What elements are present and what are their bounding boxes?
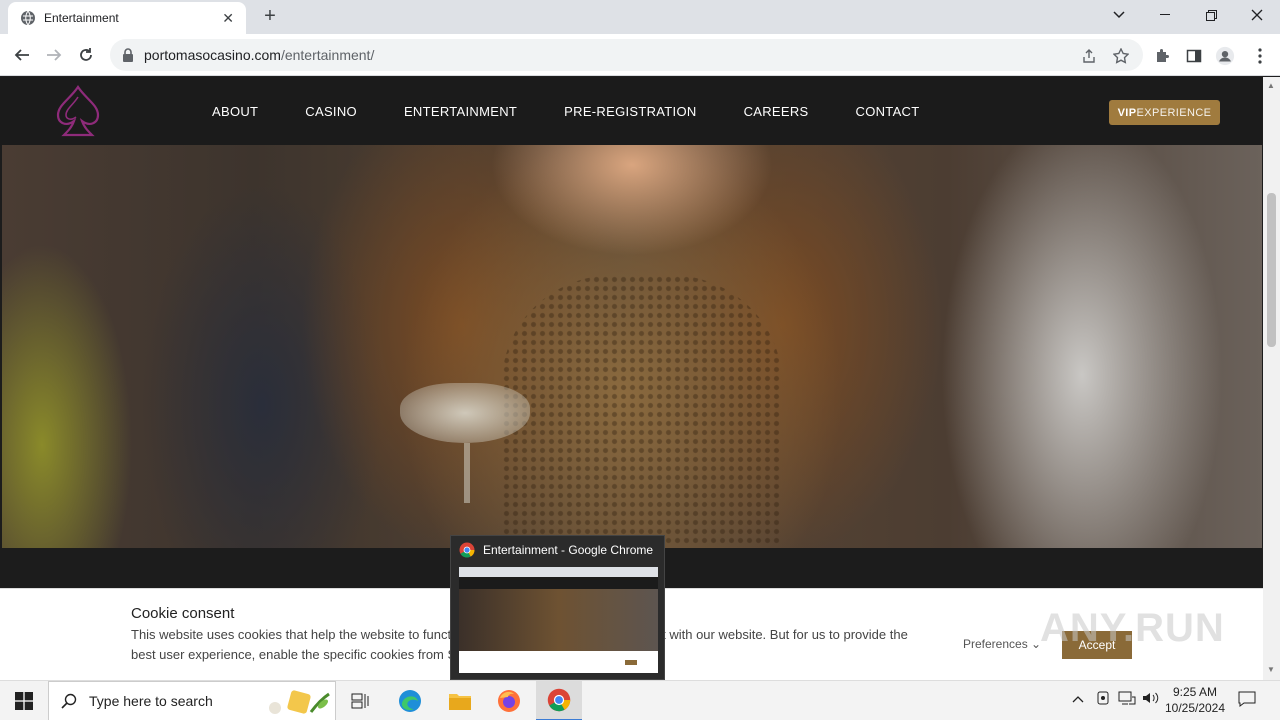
chevron-up-icon[interactable] bbox=[1072, 691, 1084, 706]
forward-arrow-icon[interactable] bbox=[42, 43, 66, 67]
scroll-up-arrow-icon[interactable]: ▲ bbox=[1267, 81, 1275, 90]
system-clock[interactable]: 9:25 AM 10/25/2024 bbox=[1160, 684, 1230, 716]
main-navigation: ABOUT CASINO ENTERTAINMENT PRE-REGISTRAT… bbox=[212, 104, 966, 119]
notification-icon[interactable] bbox=[1238, 691, 1256, 710]
menu-kebab-icon[interactable] bbox=[1250, 46, 1270, 66]
chrome-taskbar-icon[interactable] bbox=[536, 681, 582, 720]
globe-icon bbox=[20, 10, 36, 26]
tab-strip: Entertainment ✕ + bbox=[0, 0, 1280, 34]
side-panel-icon[interactable] bbox=[1184, 46, 1204, 66]
search-highlight-icon bbox=[267, 688, 333, 716]
nav-pre-registration[interactable]: PRE-REGISTRATION bbox=[564, 104, 696, 119]
url-text[interactable]: portomasocasino.com/entertainment/ bbox=[144, 47, 374, 63]
taskbar-window-preview[interactable]: Entertainment - Google Chrome bbox=[450, 535, 665, 680]
hero-glass-stem bbox=[464, 443, 470, 503]
preview-title: Entertainment - Google Chrome bbox=[459, 542, 653, 558]
new-tab-button[interactable]: + bbox=[258, 5, 282, 29]
windows-start-icon[interactable] bbox=[0, 681, 48, 720]
tab-search-icon[interactable] bbox=[1096, 0, 1142, 30]
site-header: ABOUT CASINO ENTERTAINMENT PRE-REGISTRAT… bbox=[0, 77, 1263, 145]
browser-tab[interactable]: Entertainment ✕ bbox=[8, 2, 246, 34]
bookmark-star-icon[interactable] bbox=[1112, 47, 1130, 65]
edge-browser-icon[interactable] bbox=[390, 681, 430, 720]
reload-icon[interactable] bbox=[74, 43, 98, 67]
task-view-icon[interactable] bbox=[340, 681, 380, 720]
file-explorer-icon[interactable] bbox=[440, 681, 480, 720]
page-scrollbar[interactable]: ▲ ▼ bbox=[1263, 77, 1280, 680]
hero-dress-detail bbox=[502, 275, 782, 545]
nav-entertainment[interactable]: ENTERTAINMENT bbox=[404, 104, 517, 119]
cookie-title: Cookie consent bbox=[131, 605, 235, 622]
windows-taskbar: Type here to search 9:25 AM 10/25/2024 bbox=[0, 680, 1280, 720]
minimize-button[interactable] bbox=[1142, 0, 1188, 30]
preview-thumbnail[interactable] bbox=[459, 567, 658, 673]
close-tab-icon[interactable]: ✕ bbox=[222, 10, 234, 27]
chrome-icon bbox=[459, 542, 475, 558]
extensions-puzzle-icon[interactable] bbox=[1152, 46, 1172, 66]
hero-martini-glass bbox=[400, 383, 530, 443]
taskbar-search-box[interactable]: Type here to search bbox=[48, 681, 336, 720]
preferences-link[interactable]: Preferences ⌄ bbox=[963, 637, 1041, 651]
watermark: ANY.RUN bbox=[1040, 606, 1225, 650]
back-arrow-icon[interactable] bbox=[10, 43, 34, 67]
network-icon[interactable] bbox=[1118, 691, 1136, 708]
meet-now-icon[interactable] bbox=[1096, 691, 1110, 710]
clock-time: 9:25 AM bbox=[1172, 685, 1218, 699]
lock-icon[interactable] bbox=[122, 48, 136, 62]
close-window-button[interactable] bbox=[1234, 0, 1280, 30]
nav-careers[interactable]: CAREERS bbox=[744, 104, 809, 119]
browser-toolbar: portomasocasino.com/entertainment/ bbox=[0, 34, 1280, 76]
vip-experience-button[interactable]: VIP EXPERIENCE bbox=[1109, 100, 1220, 125]
firefox-icon[interactable] bbox=[488, 681, 530, 720]
nav-casino[interactable]: CASINO bbox=[305, 104, 357, 119]
search-placeholder: Type here to search bbox=[89, 693, 213, 709]
clock-date: 10/25/2024 bbox=[1164, 701, 1226, 715]
tab-title: Entertainment bbox=[44, 11, 119, 25]
search-icon bbox=[61, 693, 77, 709]
share-icon[interactable] bbox=[1080, 47, 1098, 65]
volume-icon[interactable] bbox=[1142, 691, 1160, 708]
profile-avatar-icon[interactable] bbox=[1215, 46, 1235, 66]
address-bar[interactable]: portomasocasino.com/entertainment/ bbox=[110, 39, 1143, 71]
hero-image bbox=[2, 145, 1262, 548]
nav-contact[interactable]: CONTACT bbox=[856, 104, 920, 119]
spade-logo-icon[interactable] bbox=[52, 83, 104, 139]
scrollbar-thumb[interactable] bbox=[1267, 193, 1276, 347]
scroll-down-arrow-icon[interactable]: ▼ bbox=[1267, 665, 1275, 674]
restore-button[interactable] bbox=[1188, 0, 1234, 30]
nav-about[interactable]: ABOUT bbox=[212, 104, 258, 119]
